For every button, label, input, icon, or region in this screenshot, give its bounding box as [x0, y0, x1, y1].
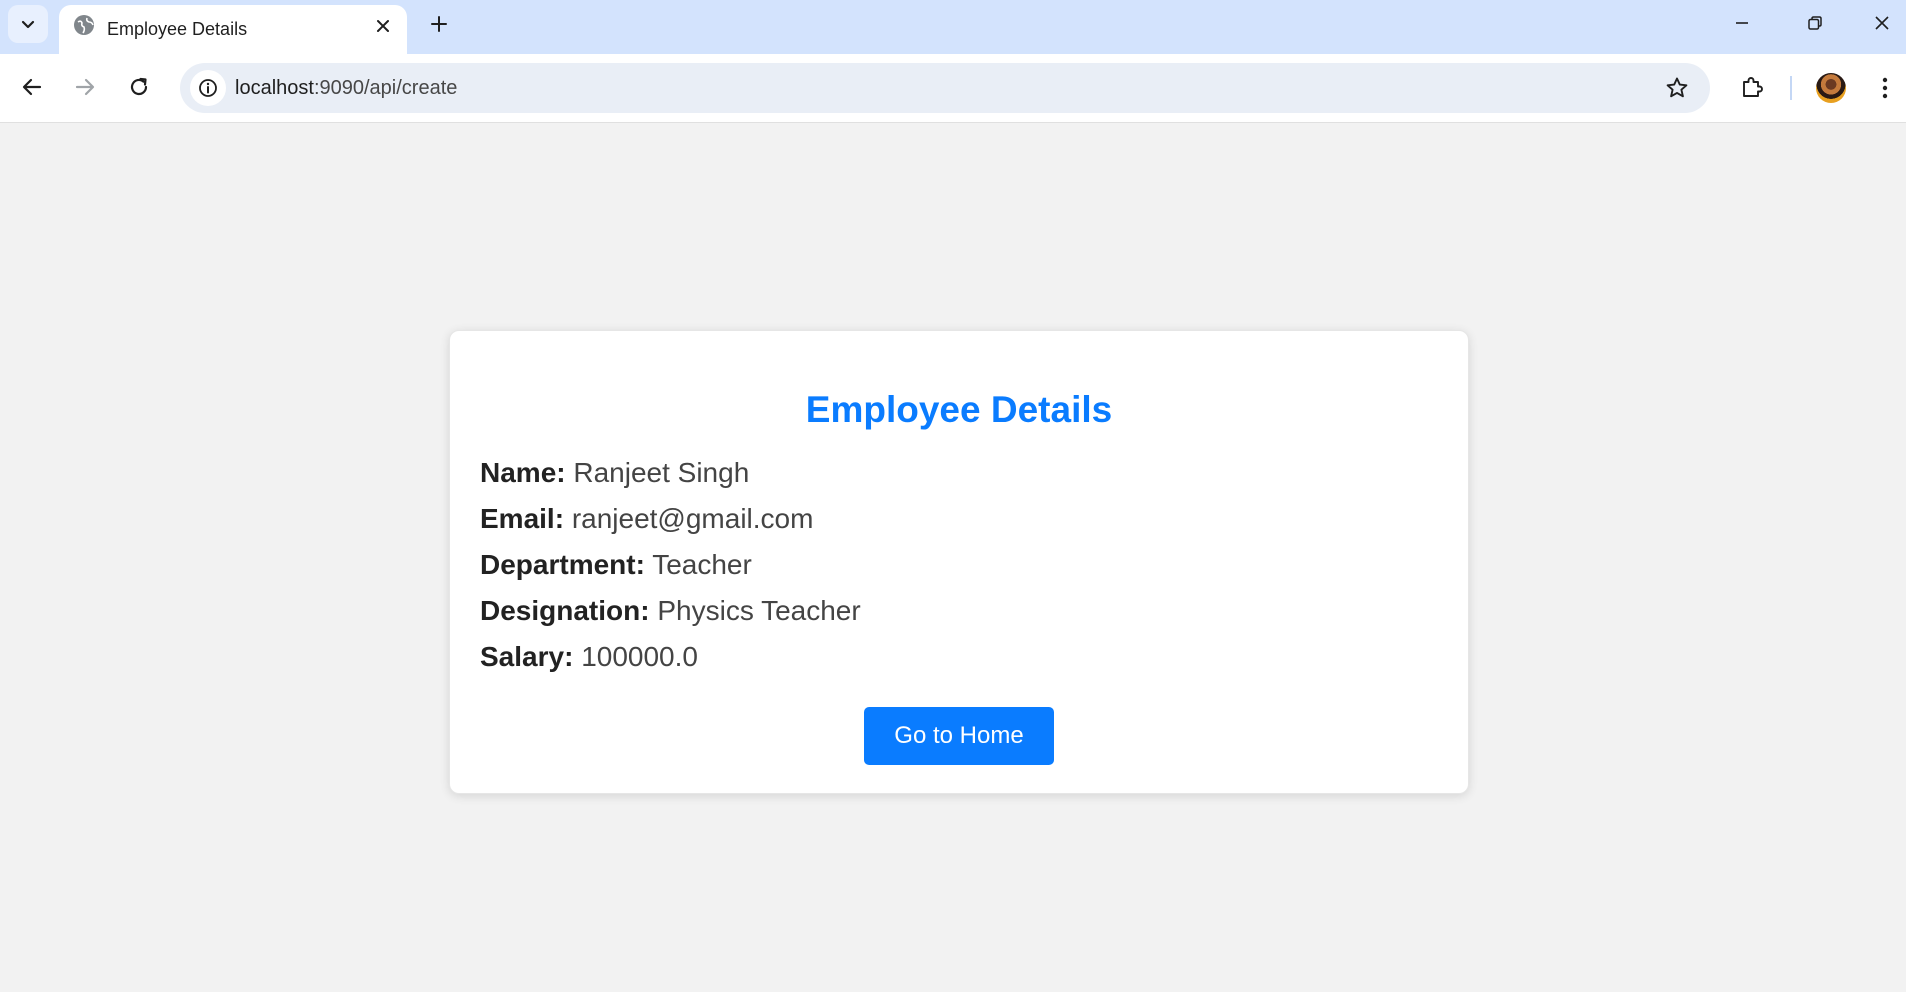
detail-label: Salary: [480, 641, 574, 672]
more-vertical-icon [1882, 77, 1888, 99]
back-button[interactable] [13, 68, 51, 106]
detail-label: Department: [480, 549, 645, 580]
tab-title: Employee Details [107, 19, 248, 39]
url-host: localhost [235, 77, 314, 99]
plus-icon [431, 16, 447, 32]
detail-email: Email: ranjeet@gmail.com [480, 503, 813, 535]
detail-department: Department: Teacher [480, 549, 752, 581]
extensions-button[interactable] [1733, 68, 1771, 106]
close-window-button[interactable] [1862, 6, 1902, 40]
reload-button[interactable] [120, 68, 158, 106]
detail-label: Name: [480, 457, 566, 488]
close-icon [377, 20, 389, 32]
profile-avatar[interactable] [1816, 73, 1846, 103]
detail-label: Email: [480, 503, 565, 534]
page-title: Employee Details [805, 389, 1113, 430]
url-path: :9090/api/create [313, 77, 458, 99]
restore-button[interactable] [1795, 6, 1835, 40]
browser-toolbar: localhost:9090/api/create [0, 54, 1906, 123]
globe-icon [74, 15, 94, 35]
detail-value: Teacher [652, 549, 752, 580]
restore-icon [1808, 16, 1822, 30]
new-tab-button[interactable] [424, 9, 454, 39]
arrow-left-icon [22, 78, 42, 96]
forward-button[interactable] [66, 68, 104, 106]
minimize-button[interactable] [1722, 6, 1762, 40]
detail-value: Ranjeet Singh [573, 457, 750, 488]
chevron-down-icon [21, 20, 35, 29]
arrow-right-icon [75, 78, 95, 96]
puzzle-icon [1743, 77, 1763, 97]
bookmark-button[interactable] [1664, 75, 1690, 101]
employee-details-card: Employee Details Name: Ranjeet Singh Ema… [449, 330, 1469, 794]
star-icon [1666, 77, 1688, 98]
close-icon [1875, 16, 1889, 30]
detail-label: Designation: [480, 595, 650, 626]
detail-value: Physics Teacher [657, 595, 861, 626]
detail-salary: Salary: 100000.0 [480, 641, 698, 673]
browser-menu-button[interactable] [1870, 72, 1900, 104]
toolbar-divider [1790, 76, 1792, 100]
detail-value: 100000.0 [581, 641, 698, 672]
tab-close-button[interactable] [373, 16, 393, 36]
reload-icon [130, 77, 148, 96]
tab-search-button[interactable] [8, 5, 48, 43]
address-bar[interactable]: localhost:9090/api/create [180, 63, 1710, 113]
detail-designation: Designation: Physics Teacher [480, 595, 861, 627]
detail-value: ranjeet@gmail.com [571, 503, 814, 534]
url-text: localhost:9090/api/create [235, 77, 457, 100]
detail-name: Name: Ranjeet Singh [480, 457, 749, 489]
site-info-button[interactable] [190, 70, 226, 106]
tab-strip: Employee Details [0, 0, 1906, 54]
go-to-home-button[interactable]: Go to Home [864, 707, 1054, 765]
minimize-icon [1736, 22, 1748, 24]
tab-employee-details[interactable]: Employee Details [59, 5, 407, 54]
info-icon [199, 79, 217, 97]
